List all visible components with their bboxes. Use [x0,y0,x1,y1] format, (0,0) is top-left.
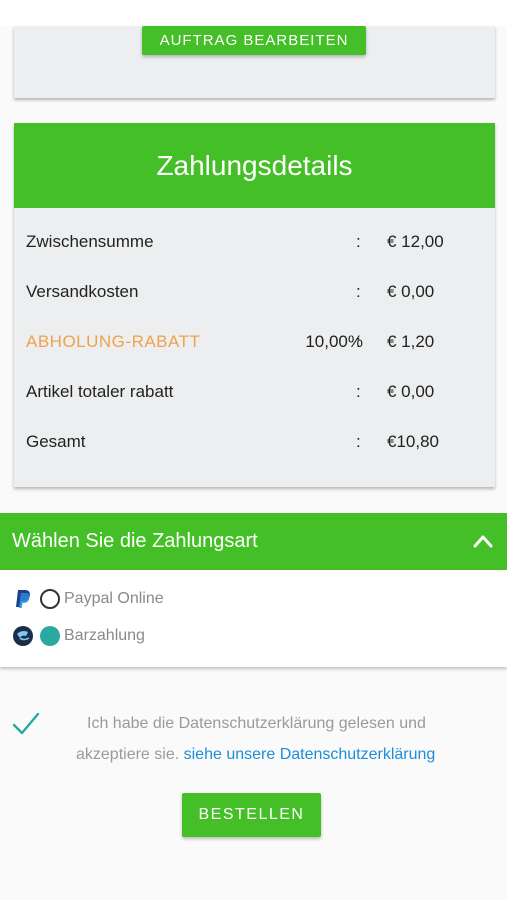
payment-method-header[interactable]: Wählen Sie die Zahlungsart [0,513,507,570]
payment-details-title: Zahlungsdetails [14,123,495,208]
paypal-icon [16,590,30,608]
row-pickup-discount: ABHOLUNG-RABATT 10,00% : € 1,20 [14,332,495,356]
row-colon: : [356,282,361,301]
payment-option-label: Barzahlung [64,627,145,644]
row-label: Gesamt [26,432,86,451]
payment-method-list: Paypal Online Barzahlung [0,570,507,667]
chevron-up-icon[interactable] [473,533,493,549]
payment-option-label: Paypal Online [64,590,164,607]
payment-option-cash[interactable]: Barzahlung [12,624,145,648]
row-shipping: Versandkosten : € 0,00 [14,282,495,306]
row-label: Versandkosten [26,282,139,301]
privacy-policy-link[interactable]: siehe unsere Datenschutzerklärung [184,746,436,763]
consent-text-accept: akzeptiere sie. [76,746,180,763]
consent-text-line1: Ich habe die Datenschutzerklärung gelese… [87,715,426,732]
row-amount: € 12,00 [387,232,444,251]
row-colon: : [356,432,361,451]
cash-icon [13,626,33,646]
row-total: Gesamt : €10,80 [14,432,495,456]
place-order-button[interactable]: BESTELLEN [182,793,321,837]
edit-order-button[interactable]: AUFTRAG BEARBEITEN [142,26,366,55]
payment-details-card: Zahlungsdetails Zwischensumme : € 12,00 … [14,123,495,487]
row-amount: € 0,00 [387,382,435,401]
radio-cash[interactable] [40,626,60,646]
row-subtotal: Zwischensumme : € 12,00 [14,232,495,256]
row-label: Zwischensumme [26,232,154,251]
row-amount: €10,80 [387,432,439,451]
payment-method-title: Wählen Sie die Zahlungsart [12,530,258,552]
row-colon: : [356,232,361,251]
row-amount: € 0,00 [387,282,435,301]
row-amount: € 1,20 [387,332,435,351]
row-colon: : [356,332,361,351]
radio-paypal[interactable] [40,589,60,609]
privacy-consent: Ich habe die Datenschutzerklärung gelese… [0,705,507,775]
row-item-discount: Artikel totaler rabatt : € 0,00 [14,382,495,406]
row-label: ABHOLUNG-RABATT [26,332,201,351]
payment-option-paypal[interactable]: Paypal Online [12,587,164,611]
checkmark-icon[interactable] [12,711,40,737]
row-percent: 10,00% [305,332,363,351]
row-colon: : [356,382,361,401]
top-strip [0,0,507,26]
row-label: Artikel totaler rabatt [26,382,174,401]
consent-text-line2: akzeptiere sie. siehe unsere Datenschutz… [76,746,435,764]
